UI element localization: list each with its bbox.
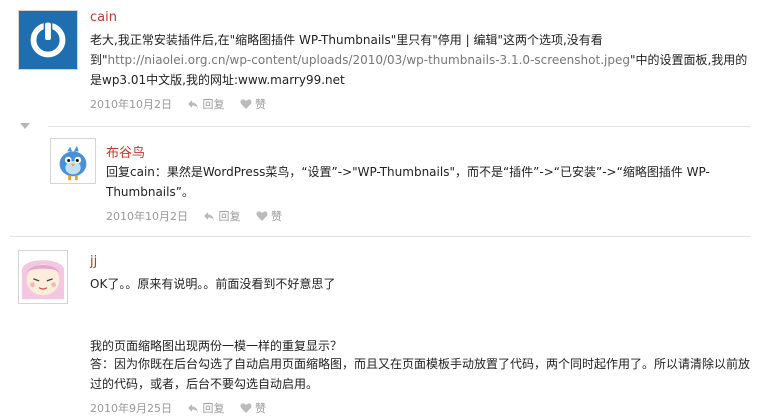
heart-icon (240, 403, 251, 413)
avatar-buguniao[interactable] (50, 138, 96, 184)
reply-icon (188, 100, 198, 109)
avatar-cain[interactable] (18, 10, 78, 70)
comment-text-line2: 我的页面缩略图出现两份一模一样的重复显示？ (90, 339, 343, 353)
divider (10, 236, 751, 237)
comment-meta: 2010年10月2日 回复 赞 (90, 96, 266, 112)
heart-icon (256, 211, 267, 221)
reply-button[interactable]: 回复 (203, 96, 225, 112)
comment-meta: 2010年9月25日 回复 赞 (90, 400, 266, 416)
reply-icon (188, 404, 198, 413)
comment-date[interactable]: 2010年10月2日 (106, 208, 188, 224)
reply-icon (204, 212, 214, 221)
comment-text: 回复cain：果然是WordPress菜鸟，“设置”->"WP-Thumbnai… (106, 165, 710, 199)
reply-button[interactable]: 回复 (219, 208, 241, 224)
reply-button[interactable]: 回复 (203, 400, 225, 416)
comment-text: 老大,我正常安装插件后,在"缩略图插件 WP-Thumbnails"里只有"停用… (90, 30, 750, 90)
comment-author[interactable]: jj (90, 254, 97, 269)
like-button[interactable]: 赞 (255, 96, 266, 112)
power-logo-icon (19, 11, 77, 69)
comment-author[interactable]: 布谷鸟 (106, 142, 145, 161)
heart-icon (240, 99, 251, 109)
bird-icon (51, 139, 95, 183)
avatar-jj[interactable] (18, 250, 68, 304)
anime-avatar-icon (19, 251, 67, 303)
comment-author[interactable]: cain (90, 10, 117, 25)
comment-meta: 2010年10月2日 回复 赞 (106, 208, 282, 224)
collapse-triangle-icon[interactable] (20, 123, 30, 129)
comment-text-line1: OK了。。原来有说明。。前面没看到不好意思了 (90, 277, 336, 291)
divider (48, 126, 751, 127)
comment-date[interactable]: 2010年9月25日 (90, 400, 172, 416)
screenshot-link[interactable]: http://niaolei.org.cn/wp-content/uploads… (108, 53, 630, 67)
like-button[interactable]: 赞 (271, 208, 282, 224)
comment-text-line3: 答：因为你既在后台勾选了自动启用页面缩略图，而且又在页面模板手动放置了代码，两个… (90, 357, 751, 391)
like-button[interactable]: 赞 (255, 400, 266, 416)
comment-thread: cain 老大,我正常安装插件后,在"缩略图插件 WP-Thumbnails"里… (0, 0, 761, 420)
comment-date[interactable]: 2010年10月2日 (90, 96, 172, 112)
